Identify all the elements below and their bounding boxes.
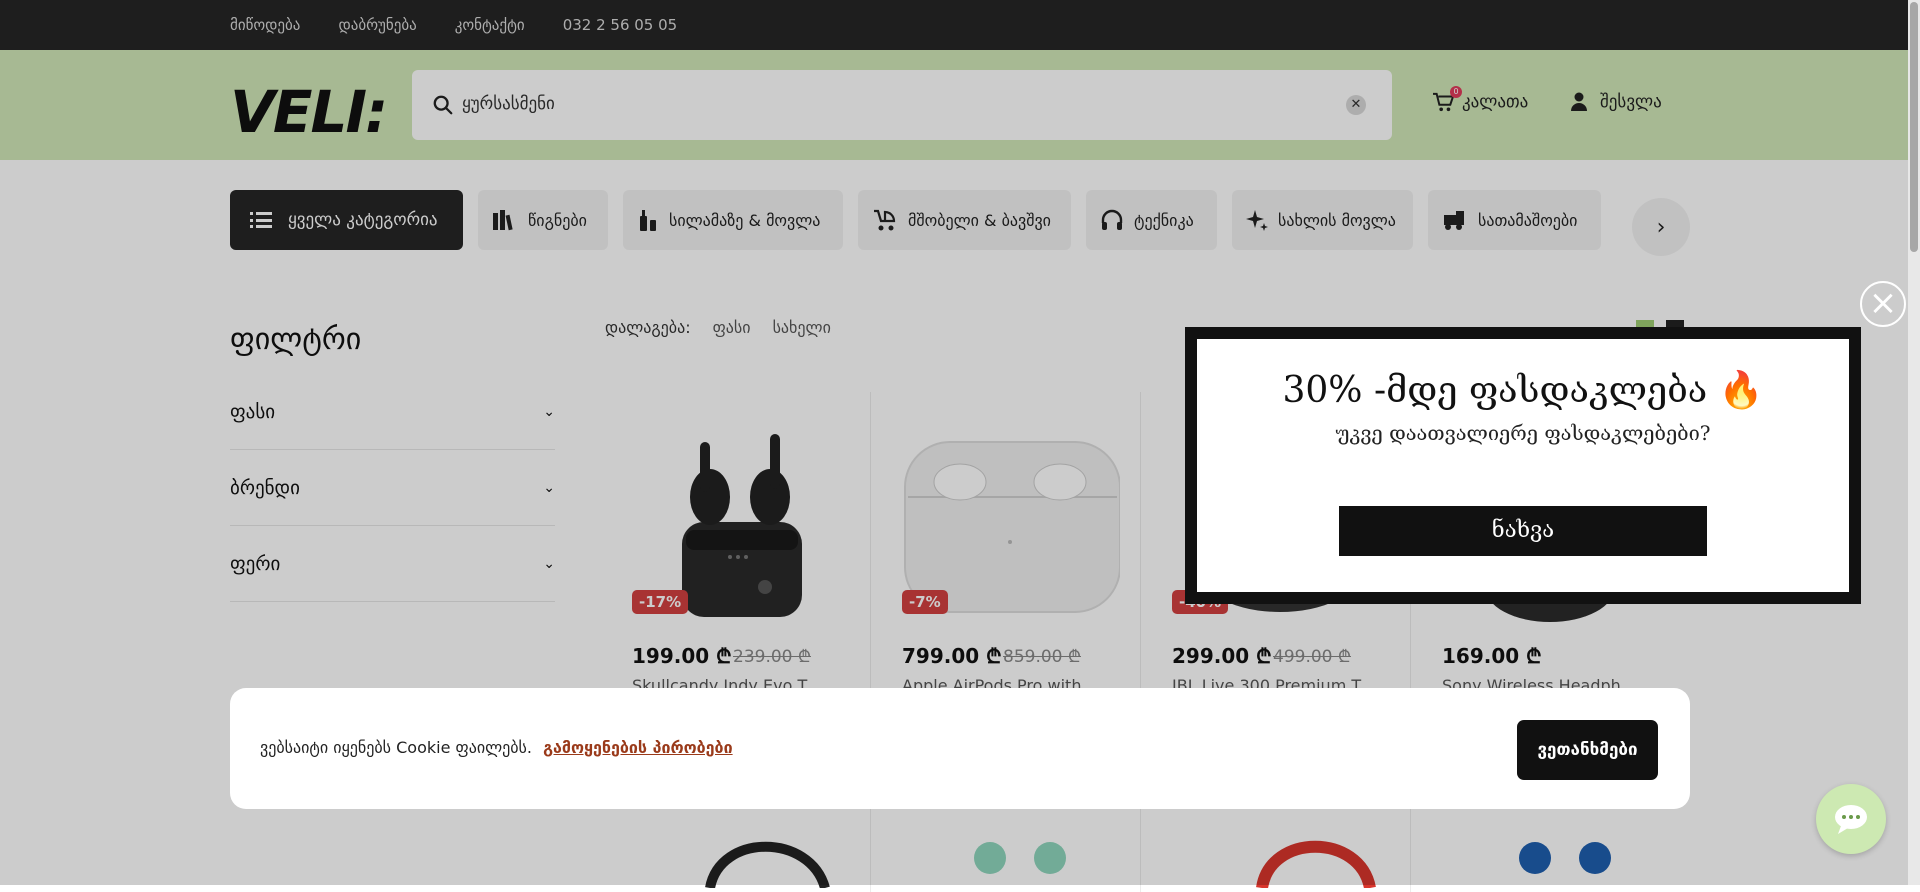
chat-button[interactable] [1816, 784, 1886, 854]
scrollbar-thumb[interactable] [1910, 2, 1918, 252]
close-popup-icon[interactable]: × [1860, 281, 1906, 327]
page-scrollbar[interactable] [1908, 0, 1920, 885]
accept-cookies-button[interactable]: ვეთანხმები [1517, 720, 1658, 780]
chat-icon [1835, 805, 1867, 834]
cookie-banner: ვებსაიტი იყენებს Cookie ფაილებს. გამოყენ… [230, 688, 1690, 809]
promo-popup-body: 30% -მდე ფასდაკლება 🔥 უკვე დაათვალიერე ფ… [1197, 339, 1849, 592]
promo-headline: 30% -მდე ფასდაკლება 🔥 [1282, 370, 1764, 411]
terms-link[interactable]: გამოყენების პირობები [543, 738, 733, 757]
promo-popup: 30% -მდე ფასდაკლება 🔥 უკვე დაათვალიერე ფ… [1185, 327, 1861, 604]
promo-view-button[interactable]: ნახვა [1339, 506, 1707, 556]
cookie-text: ვებსაიტი იყენებს Cookie ფაილებს. [260, 738, 532, 757]
promo-subline: უკვე დაათვალიერე ფასდაკლებები? [1335, 421, 1711, 445]
cookie-text-wrap: ვებსაიტი იყენებს Cookie ფაილებს. გამოყენ… [260, 738, 733, 757]
